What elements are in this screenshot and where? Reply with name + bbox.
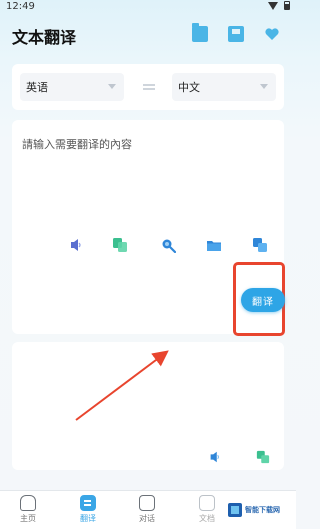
folder-icon[interactable] xyxy=(192,23,208,42)
translate-button[interactable]: 翻译 xyxy=(241,288,285,312)
chat-icon xyxy=(139,495,155,511)
home-icon xyxy=(20,495,36,511)
page-title: 文本翻译 xyxy=(12,28,77,47)
heart-icon[interactable] xyxy=(264,26,280,42)
watermark: 智能下载网 xyxy=(228,500,280,520)
wifi-icon xyxy=(268,1,278,10)
watermark-logo-icon xyxy=(228,503,242,517)
document-icon xyxy=(199,495,215,511)
speaker-icon[interactable] xyxy=(68,237,84,253)
tab-chat[interactable]: 对话 xyxy=(127,495,167,524)
watermark-text: 智能下载网 xyxy=(245,506,280,514)
header: 文本翻译 xyxy=(0,16,296,54)
tab-label: 翻译 xyxy=(80,514,96,523)
input-toolbar xyxy=(68,237,278,259)
search-icon[interactable] xyxy=(160,237,176,253)
input-placeholder: 請输入需要翻译的內容 xyxy=(22,138,132,151)
status-time: 12:49 xyxy=(6,1,35,12)
language-selector: 英语 中文 xyxy=(12,64,284,110)
swap-languages-icon[interactable] xyxy=(143,84,155,90)
status-bar: 12:49 xyxy=(0,0,296,14)
tab-translate[interactable]: 翻译 xyxy=(68,495,108,524)
tab-label: 对话 xyxy=(139,514,155,523)
tab-label: 主页 xyxy=(20,514,36,523)
speaker-icon[interactable] xyxy=(208,450,222,464)
battery-icon xyxy=(284,1,290,10)
header-actions xyxy=(192,23,280,42)
target-language-select[interactable]: 中文 xyxy=(172,73,276,101)
copy-icon[interactable] xyxy=(252,237,268,253)
source-language-select[interactable]: 英语 xyxy=(20,73,124,101)
save-icon[interactable] xyxy=(228,26,244,42)
paste-icon[interactable] xyxy=(112,237,128,253)
tab-label: 文档 xyxy=(199,514,215,523)
status-icons xyxy=(268,1,290,10)
folder-icon[interactable] xyxy=(206,237,222,253)
copy-icon[interactable] xyxy=(256,450,270,464)
target-language-label: 中文 xyxy=(178,81,200,94)
result-text-area xyxy=(12,342,284,470)
tab-document[interactable]: 文档 xyxy=(187,495,227,524)
tab-home[interactable]: 主页 xyxy=(8,495,48,524)
source-language-label: 英语 xyxy=(26,81,48,94)
translate-icon xyxy=(80,495,96,511)
output-toolbar xyxy=(208,450,270,464)
chevron-down-icon xyxy=(108,84,116,89)
chevron-down-icon xyxy=(260,84,268,89)
